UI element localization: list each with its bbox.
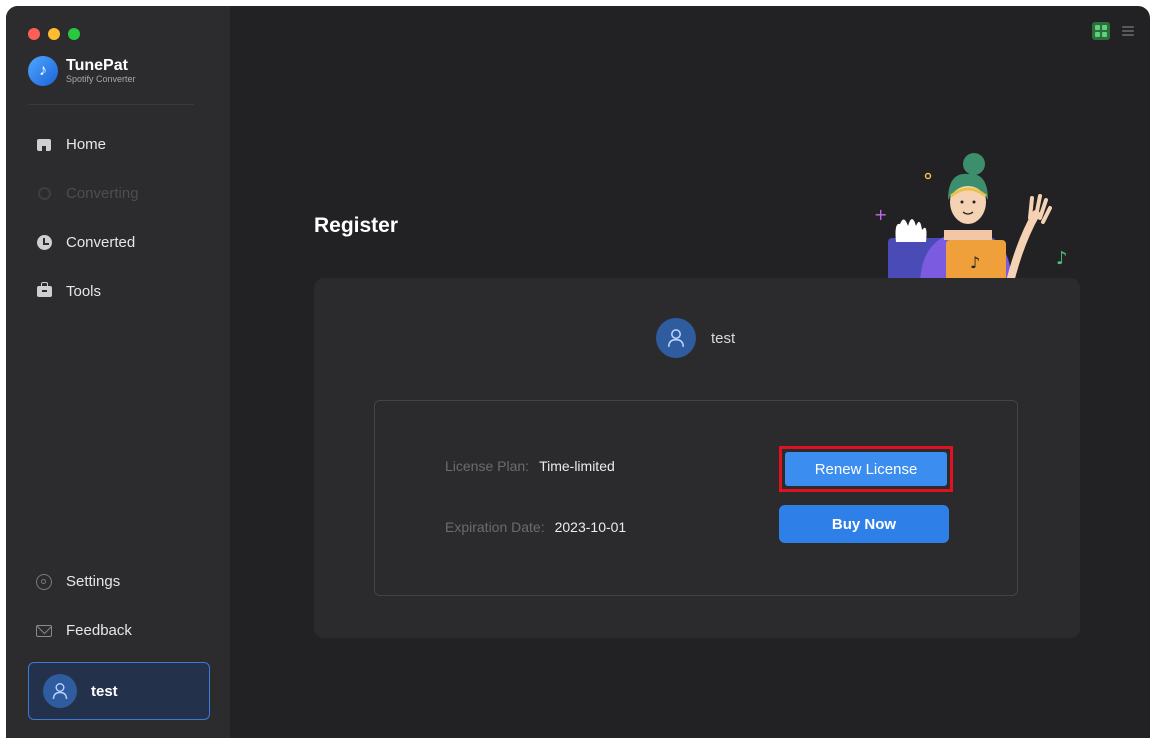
user-avatar-icon xyxy=(656,318,696,358)
sidebar-item-label: Tools xyxy=(66,283,102,300)
svg-text:♪: ♪ xyxy=(970,253,980,272)
toolbox-icon xyxy=(36,282,52,300)
page-title: Register xyxy=(314,214,399,237)
brand-divider xyxy=(28,104,194,105)
sidebar-item-label: Home xyxy=(66,136,107,153)
license-info-box: License Plan: Time-limited Expiration Da… xyxy=(374,400,1018,596)
sidebar-item-tools[interactable]: Tools xyxy=(36,282,102,300)
music-note-logo-icon: ♪ xyxy=(28,56,58,86)
app-window: ♪ TunePat Spotify Converter Home Convert… xyxy=(6,6,1150,738)
minimize-window-button[interactable] xyxy=(48,28,60,40)
sidebar-item-label: Feedback xyxy=(66,622,132,639)
register-illustration-icon: ♪ + ♪ xyxy=(874,153,1068,282)
expiration-date-label: Expiration Date: xyxy=(445,519,545,535)
license-plan-value: Time-limited xyxy=(539,458,615,474)
renew-license-button[interactable]: Renew License xyxy=(785,452,947,486)
grid-view-icon[interactable] xyxy=(1092,22,1110,40)
sidebar-item-converted[interactable]: Converted xyxy=(36,234,135,251)
registered-user-name: test xyxy=(711,330,736,347)
license-plan-label: License Plan: xyxy=(445,458,530,474)
sidebar-user-name: test xyxy=(91,682,118,700)
home-icon xyxy=(36,137,52,153)
user-avatar-icon xyxy=(43,674,77,708)
expiration-date-value: 2023-10-01 xyxy=(554,519,627,535)
sidebar-item-label: Settings xyxy=(66,573,121,590)
sidebar: ♪ TunePat Spotify Converter Home Convert… xyxy=(6,6,230,738)
zoom-window-button[interactable] xyxy=(68,28,80,40)
register-card: test License Plan: Time-limited Expirati… xyxy=(314,278,1080,638)
window-controls xyxy=(28,28,80,40)
buy-now-button[interactable]: Buy Now xyxy=(779,505,949,543)
license-plan-row: License Plan: Time-limited xyxy=(445,458,615,474)
sidebar-item-feedback[interactable]: Feedback xyxy=(36,622,132,639)
list-view-icon[interactable] xyxy=(1122,26,1134,36)
svg-text:+: + xyxy=(874,205,887,224)
sidebar-user-card[interactable]: test xyxy=(28,662,210,720)
gear-icon xyxy=(36,573,52,590)
converting-icon xyxy=(36,186,52,202)
sidebar-item-label: Converting xyxy=(66,185,139,202)
sidebar-item-home[interactable]: Home xyxy=(36,136,106,153)
app-subtitle: Spotify Converter xyxy=(66,74,136,84)
sidebar-item-settings[interactable]: Settings xyxy=(36,573,120,590)
svg-text:♪: ♪ xyxy=(1056,248,1068,269)
app-brand: ♪ TunePat Spotify Converter xyxy=(28,56,136,86)
expiration-date-row: Expiration Date: 2023-10-01 xyxy=(445,519,626,535)
main-panel: Register ♪ + ♪ test License Plan: Time-l… xyxy=(230,6,1150,738)
sidebar-item-label: Converted xyxy=(66,234,136,251)
mail-icon xyxy=(36,623,52,639)
sidebar-item-converting[interactable]: Converting xyxy=(36,185,139,202)
clock-icon xyxy=(36,235,52,251)
close-window-button[interactable] xyxy=(28,28,40,40)
renew-license-highlight: Renew License xyxy=(779,446,953,492)
app-name: TunePat xyxy=(66,57,128,74)
view-toggle xyxy=(1092,22,1134,40)
